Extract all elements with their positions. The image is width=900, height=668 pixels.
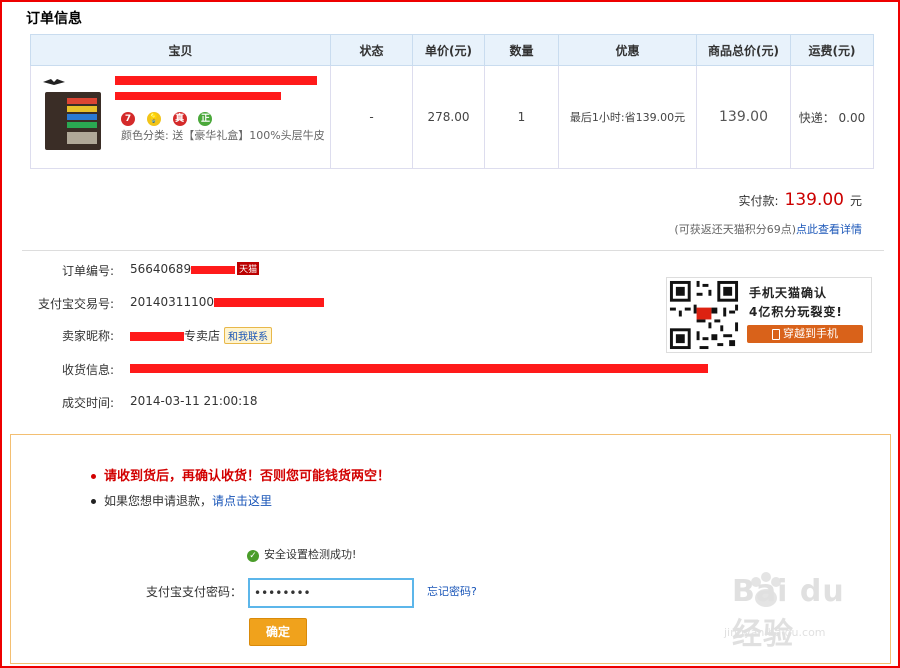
forgot-password-link[interactable]: 忘记密码? bbox=[427, 583, 477, 599]
order-table: 宝贝 状态 单价(元) 数量 优惠 商品总价(元) 运费(元) 7 💡 真 正 … bbox=[30, 34, 874, 169]
phone-icon bbox=[772, 328, 780, 340]
refund-link[interactable]: 请点击这里 bbox=[212, 494, 272, 508]
item-total: 139.00 bbox=[696, 65, 791, 169]
col-header-discount: 优惠 bbox=[558, 34, 697, 66]
address-label: 收货信息: bbox=[61, 363, 114, 377]
col-header-item: 宝贝 bbox=[30, 34, 331, 66]
section-title: 订单信息 bbox=[26, 11, 82, 27]
details-link[interactable]: 点此查看详情 bbox=[796, 223, 862, 236]
col-header-quantity: 数量 bbox=[484, 34, 559, 66]
item-shipping: 快递： 0.00 bbox=[790, 65, 874, 169]
watermark-url: jingyan.baidu.com bbox=[724, 626, 826, 639]
order-number-value: 56640689 天猫 bbox=[130, 262, 260, 276]
qr-code-icon[interactable] bbox=[667, 278, 741, 352]
alipay-number: 20140311100 bbox=[130, 295, 214, 309]
redacted-alipay-number bbox=[213, 298, 324, 307]
deal-time-label: 成交时间: bbox=[61, 396, 114, 410]
refund-line: 如果您想申请退款，请点击这里 bbox=[91, 492, 272, 509]
col-header-status: 状态 bbox=[330, 34, 413, 66]
payment-unit: 元 bbox=[849, 194, 862, 208]
redacted-item-title-line1[interactable] bbox=[115, 76, 317, 85]
baidu-watermark: Bai du 经验 jingyan.baidu.com bbox=[684, 568, 884, 652]
redacted-order-number bbox=[191, 265, 236, 274]
deal-time-value: 2014-03-11 21:00:18 bbox=[130, 394, 258, 408]
watermark-text: Bai du 经验 bbox=[732, 574, 845, 652]
col-header-unit-price: 单价(元) bbox=[412, 34, 485, 66]
payment-label: 实付款: bbox=[738, 194, 779, 208]
address-value bbox=[130, 361, 708, 375]
alipay-number-label: 支付宝交易号: bbox=[37, 297, 114, 311]
mobile-confirm-box: 手机天猫确认 4亿积分玩裂变! 穿越到手机 bbox=[666, 277, 872, 353]
alipay-number-value: 20140311100 bbox=[130, 295, 324, 309]
mobile-confirm-subtitle: 4亿积分玩裂变! bbox=[749, 305, 843, 319]
mobile-confirm-title: 手机天猫确认 bbox=[749, 286, 828, 300]
alipay-password-input[interactable] bbox=[248, 578, 414, 608]
item-discount: 最后1小时:省139.00元 bbox=[558, 65, 697, 169]
red-bullet-icon bbox=[91, 474, 96, 479]
warning-text: 请收到货后，再确认收货！否则您可能钱货两空！ bbox=[104, 469, 391, 484]
refund-text: 如果您想申请退款， bbox=[104, 494, 213, 508]
password-label: 支付宝支付密码： bbox=[146, 585, 243, 599]
safety-check-line: ✓ 安全设置检测成功! bbox=[247, 546, 356, 562]
col-header-total: 商品总价(元) bbox=[696, 34, 791, 66]
redacted-address bbox=[130, 364, 708, 373]
order-number-label: 订单编号: bbox=[61, 264, 114, 278]
seller-suffix: 专卖店 bbox=[184, 329, 221, 343]
go-to-mobile-button[interactable]: 穿越到手机 bbox=[747, 325, 863, 343]
confirm-button[interactable]: 确定 bbox=[249, 618, 307, 646]
contact-seller-button[interactable]: 和我联系 bbox=[224, 327, 273, 344]
seller-label: 卖家昵称: bbox=[61, 329, 114, 343]
wallet-image bbox=[45, 92, 101, 150]
tmall-tag: 天猫 bbox=[237, 262, 260, 275]
table-row: 7 💡 真 正 颜色分类: 送【豪华礼盒】100%头层牛皮 - 278.00 1… bbox=[30, 65, 874, 169]
points-line: (可获返还天猫积分69点)点此查看详情 bbox=[674, 221, 862, 237]
brand-logo-icon bbox=[43, 79, 65, 85]
item-status: - bbox=[330, 65, 413, 169]
product-thumbnail[interactable] bbox=[39, 78, 103, 154]
item-spec: 颜色分类: 送【豪华礼盒】100%头层牛皮 bbox=[121, 129, 325, 142]
col-header-shipping: 运费(元) bbox=[790, 34, 874, 66]
redacted-seller-name bbox=[130, 332, 184, 341]
payment-amount-line: 实付款: 139.00 元 bbox=[738, 190, 862, 210]
item-unit-price: 278.00 bbox=[412, 65, 485, 169]
redacted-item-title-line2[interactable] bbox=[115, 92, 281, 100]
warning-line: 请收到货后，再确认收货！否则您可能钱货两空！ bbox=[91, 465, 390, 484]
item-cell: 7 💡 真 正 颜色分类: 送【豪华礼盒】100%头层牛皮 bbox=[30, 65, 331, 169]
black-bullet-icon bbox=[91, 499, 96, 504]
service-badges: 7 💡 真 正 bbox=[121, 110, 220, 126]
lightbulb-icon: 💡 bbox=[146, 112, 161, 126]
authentic-icon: 正 bbox=[198, 112, 213, 126]
item-quantity: 1 bbox=[484, 65, 559, 169]
payment-amount: 139.00 bbox=[784, 190, 844, 210]
go-to-mobile-label: 穿越到手机 bbox=[783, 327, 838, 340]
order-number: 56640689 bbox=[130, 262, 192, 276]
seller-value: 专卖店 和我联系 bbox=[130, 327, 273, 344]
divider bbox=[22, 250, 884, 251]
table-header-row: 宝贝 状态 单价(元) 数量 优惠 商品总价(元) 运费(元) bbox=[30, 34, 874, 66]
7day-return-icon: 7 bbox=[121, 112, 135, 126]
points-note: (可获返还天猫积分69点) bbox=[674, 223, 796, 236]
safety-check-text: 安全设置检测成功! bbox=[264, 548, 357, 561]
genuine-icon: 真 bbox=[172, 112, 187, 126]
check-circle-icon: ✓ bbox=[247, 550, 259, 562]
